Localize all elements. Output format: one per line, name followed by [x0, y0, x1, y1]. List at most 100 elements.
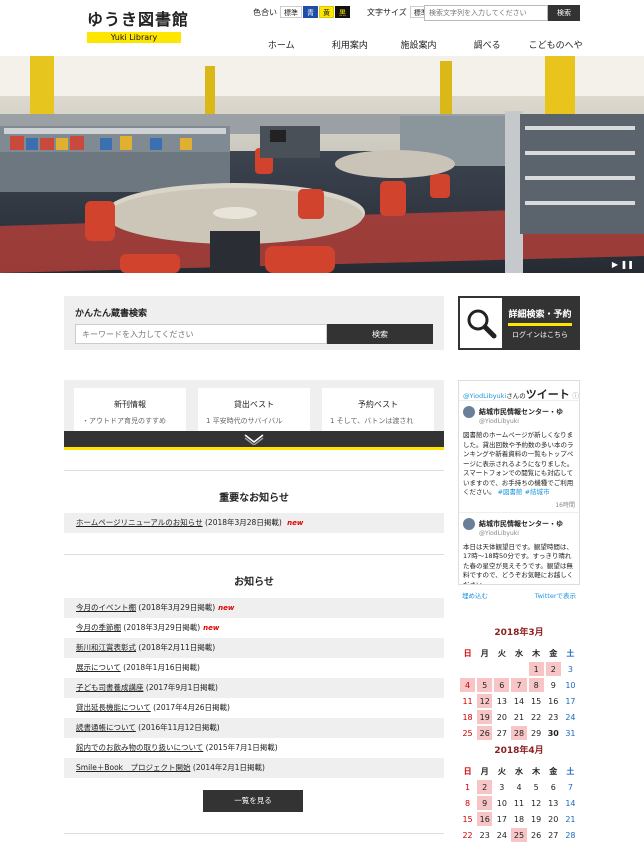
news-link[interactable]: 新川和江賞表彰式 [76, 643, 136, 652]
calendar-day: 21 [513, 712, 525, 722]
news-date: (2017年9月1日掲載) [145, 683, 218, 692]
weekday-header: 金 [549, 648, 558, 658]
library-interior-photo [0, 56, 644, 273]
tweet[interactable]: 結城市民情報センター・ゆ @YiodLibyuki 本日は天体観望日です。観望時… [459, 513, 579, 594]
calendar-day: 15 [462, 814, 473, 824]
calendar-day: 26 [477, 726, 493, 740]
tab-reserve-ranking[interactable]: 予約ベスト 1 そして、バトンは渡され [322, 388, 434, 432]
view-all-button[interactable]: 一覧を見る [203, 790, 303, 812]
calendar-day [511, 662, 526, 676]
divider [64, 554, 444, 555]
tweet-author: 結城市民情報センター・ゆ [479, 408, 563, 416]
calendar-day: 6 [550, 782, 556, 792]
magnifier-icon [460, 298, 502, 348]
calendar-title: 2018年3月 [494, 628, 544, 638]
tweet-handle: @YiodLibyuki [479, 529, 519, 537]
color-yellow-button[interactable]: 黄 [319, 6, 334, 18]
calendar-day: 8 [528, 678, 544, 692]
expand-panel-button[interactable] [64, 431, 444, 450]
site-search: 検索 [424, 5, 580, 21]
tweet-handle: @YiodLibyuki [479, 418, 519, 425]
notice-link[interactable]: ホームページリニューアルのお知らせ [76, 518, 203, 527]
calendar-day: 20 [496, 712, 507, 722]
twitter-timeline[interactable]: @YiodLibyukiさんのツイート ⓘ 結城市民情報センター・ゆ @Yiod… [458, 380, 580, 602]
tab-sample: 1 そして、バトンは渡され [330, 417, 414, 425]
detail-search-title: 詳細検索・予約 [508, 307, 572, 326]
hero-image: ▶ ❚❚ [0, 56, 644, 273]
tab-sample: ・アウトドア育児のすすめ [82, 417, 166, 425]
tab-new-arrivals[interactable]: 新刊情報 ・アウトドア育児のすすめ [74, 388, 186, 432]
avatar [463, 406, 475, 418]
calendar-day: 17 [496, 814, 507, 824]
calendar-day: 13 [548, 798, 559, 808]
twitter-footer: 埋め込む Twitterで表示 [458, 584, 580, 602]
tab-title: 貸出ベスト [233, 400, 275, 409]
color-black-button[interactable]: 黒 [335, 6, 350, 18]
nav-research[interactable]: 調べる [453, 38, 522, 51]
calendar-day: 12 [531, 798, 542, 808]
calendar-title: 2018年4月 [494, 746, 544, 756]
color-blue-button[interactable]: 青 [303, 6, 318, 18]
news-item: 新川和江賞表彰式 (2018年2月11日掲載) [64, 638, 444, 658]
calendar-day: 10 [496, 798, 507, 808]
news-date: (2018年2月11日掲載) [138, 643, 216, 652]
nav-home[interactable]: ホーム [247, 38, 316, 51]
calendar-day: 19 [531, 814, 542, 824]
info-icon[interactable]: ⓘ [572, 392, 579, 400]
tab-loan-ranking[interactable]: 貸出ベスト 1 平安時代のサバイバル [198, 388, 310, 432]
tweet-time[interactable]: 16時間 [463, 500, 575, 509]
detail-search-button[interactable]: 詳細検索・予約 ログインはこちら [458, 296, 580, 350]
nav-facility-guide[interactable]: 施設案内 [384, 38, 453, 51]
important-notice-item: ホームページリニューアルのお知らせ (2018年3月28日掲載) new [64, 513, 444, 533]
nav-usage-guide[interactable]: 利用案内 [316, 38, 385, 51]
new-badge: new [287, 519, 304, 527]
site-search-input[interactable] [424, 5, 548, 21]
calendar-day: 16 [477, 812, 493, 826]
tweet-text: 図書館のホームページが新しくなりました。貸出回数や予約数の多い本のランキングや新… [463, 431, 574, 496]
login-link-text: ログインはこちら [512, 330, 568, 339]
color-standard-button[interactable]: 標準 [280, 6, 302, 18]
weekday-header: 木 [532, 766, 541, 776]
quick-search-button[interactable]: 検索 [327, 324, 433, 344]
view-on-twitter-link[interactable]: Twitterで表示 [535, 590, 576, 600]
news-link[interactable]: 展示について [76, 663, 121, 672]
site-search-button[interactable]: 検索 [548, 5, 580, 21]
tweet[interactable]: 結城市民情報センター・ゆ @YiodLibyuki 図書館のホームページが新しく… [459, 401, 579, 513]
news-link[interactable]: 館内でのお飲み物の取り扱いについて [76, 743, 203, 752]
calendar-day: 16 [548, 696, 559, 706]
global-nav: ホーム 利用案内 施設案内 調べる こどものへや [247, 38, 590, 51]
news-link[interactable]: 今月の季節棚 [76, 623, 121, 632]
nav-kids-room[interactable]: こどものへや [521, 38, 590, 51]
twitter-username[interactable]: @YiodLibyuki [463, 392, 506, 400]
calendar-day: 11 [462, 696, 473, 706]
tweet-text: 本日は天体観望日です。観望時間は、17時〜18時50分です。すっきり晴れた春の星… [463, 542, 574, 589]
tweet-hashtags[interactable]: #図書館 #結城市 [498, 488, 550, 496]
embed-link[interactable]: 埋め込む [462, 590, 488, 600]
divider [64, 470, 444, 471]
calendar-day [477, 662, 492, 676]
calendar-day: 4 [460, 678, 476, 692]
news-link[interactable]: 子ども司書養成講座 [76, 683, 144, 692]
slideshow-controls[interactable]: ▶ ❚❚ [612, 260, 634, 269]
chevron-down-icon [244, 434, 264, 445]
calendar-day: 18 [513, 814, 525, 824]
weekday-header: 土 [566, 766, 575, 776]
calendar-day: 22 [531, 712, 542, 722]
weekday-header: 金 [549, 766, 558, 776]
news-link[interactable]: 貸出延長機能について [76, 703, 151, 712]
news-date: (2014年2月1日掲載) [192, 763, 265, 772]
calendar-day: 4 [516, 782, 522, 792]
news-link[interactable]: 読書通帳について [76, 723, 136, 732]
news-link[interactable]: 今月のイベント棚 [76, 603, 136, 612]
weekday-header: 火 [497, 766, 506, 776]
keyword-input[interactable] [75, 324, 327, 344]
new-badge: new [218, 604, 235, 612]
logo-english: Yuki Library [87, 32, 181, 43]
calendar-day: 25 [462, 728, 473, 738]
calendar-day: 30 [547, 728, 559, 738]
news-link[interactable]: Smile＋Book プロジェクト開始 [76, 763, 191, 772]
weekday-header: 月 [480, 766, 489, 776]
calendar-day: 27 [496, 728, 507, 738]
site-logo[interactable]: ゆうき図書館 Yuki Library [87, 10, 188, 43]
calendar-day: 2 [545, 662, 561, 676]
